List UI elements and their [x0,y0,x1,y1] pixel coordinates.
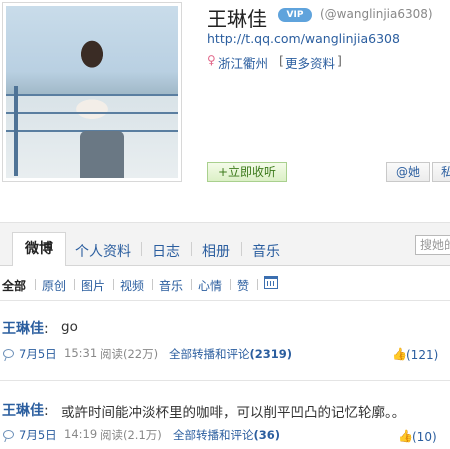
tab-profile[interactable]: 个人资料 [75,241,131,261]
filter-original[interactable]: 原创 [42,277,66,294]
search-input[interactable]: 搜她的 [415,235,450,255]
tab-blog[interactable]: 日志 [152,241,180,261]
post-date[interactable]: 7月5日 [19,346,57,362]
bracket-right: ] [337,53,342,68]
mention-button[interactable]: @她 [386,162,430,182]
post-text: go [61,319,78,335]
tab-music[interactable]: 音乐 [252,241,280,261]
post-author[interactable]: 王琳佳: [2,318,49,338]
post-time: 15:31 [64,346,98,360]
avatar-photo [6,6,178,178]
location-link[interactable]: 浙江衢州 [218,53,268,72]
calendar-icon[interactable] [264,276,278,289]
vip-badge-icon[interactable]: VIP [278,8,312,22]
like-count[interactable]: (121) [406,348,438,362]
post-reads: 阅读(2.1万) [100,428,162,442]
filter-like[interactable]: 赞 [237,277,249,294]
repost-comments-link[interactable]: 全部转播和评论(2319) [169,346,292,362]
filter-video[interactable]: 视频 [120,277,144,294]
filter-mood[interactable]: 心情 [198,277,222,294]
post-reads: 阅读(22万) [100,347,159,361]
bracket-left: [ [279,53,284,68]
like-count[interactable]: (10) [412,430,437,444]
profile-name: 王琳佳 [207,7,267,31]
comment-bubble-icon [3,349,14,358]
filter-images[interactable]: 图片 [81,277,105,294]
tab-album[interactable]: 相册 [202,241,230,261]
female-icon: ♀ [207,53,216,67]
profile-tab-bar: 微博 个人资料 日志 相册 音乐 搜她的 [0,222,450,266]
repost-comments-link[interactable]: 全部转播和评论(36) [173,427,280,443]
filter-music[interactable]: 音乐 [159,277,183,294]
profile-handle: (@wanglinjia6308) [320,7,433,21]
more-info-link[interactable]: 更多资料 [285,53,335,72]
profile-url-link[interactable]: http://t.qq.com/wanglinjia6308 [207,31,400,46]
post-date[interactable]: 7月5日 [19,427,57,443]
follow-button[interactable]: +立即收听 [207,162,287,182]
post-time: 14:19 [64,427,98,441]
avatar[interactable] [2,2,182,182]
private-message-button[interactable]: 私 [432,162,450,182]
post-author[interactable]: 王琳佳: [2,400,49,420]
tab-weibo[interactable]: 微博 [12,232,66,266]
post-text: 或許时间能冲淡杯里的咖啡，可以削平凹凸的记忆轮廓。。 [61,405,406,421]
filter-all[interactable]: 全部 [2,277,26,294]
thumbs-up-icon[interactable]: 👍 [398,429,413,443]
comment-bubble-icon [3,430,14,439]
thumbs-up-icon[interactable]: 👍 [392,347,407,361]
